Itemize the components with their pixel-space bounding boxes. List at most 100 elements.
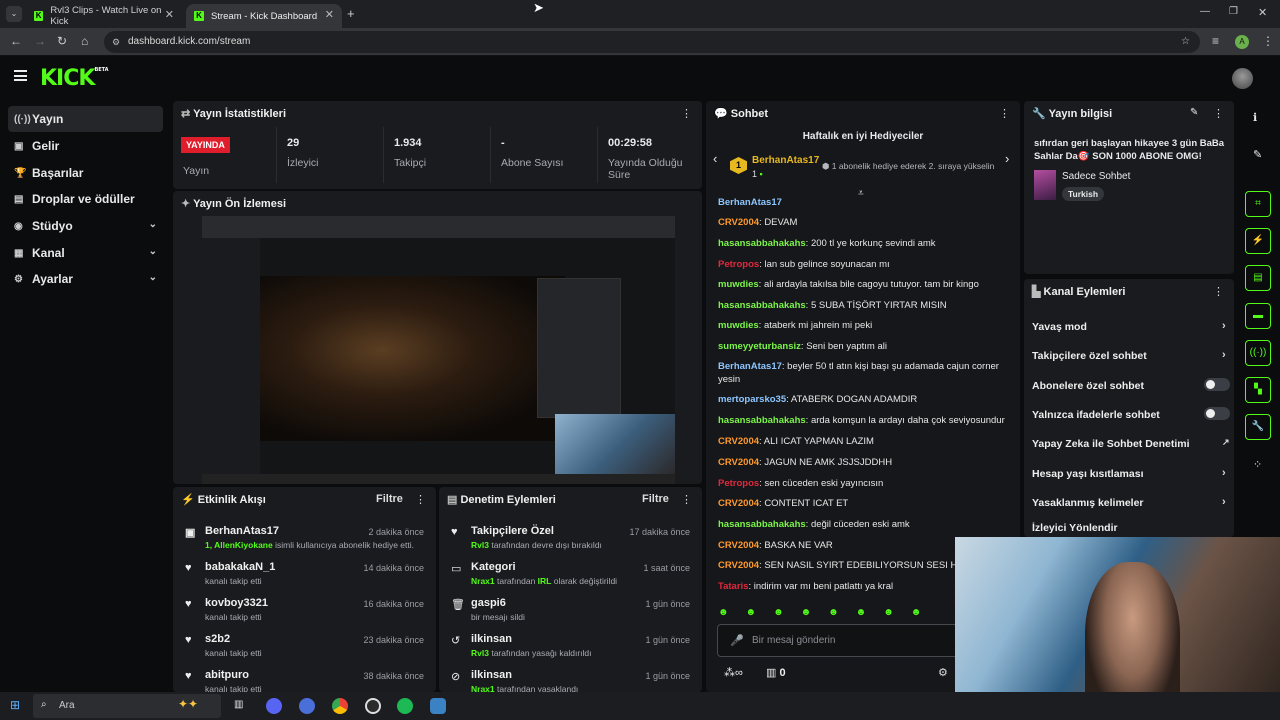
- layout-icon[interactable]: ▚: [1245, 377, 1271, 403]
- address-bar[interactable]: ⚙ dashboard.kick.com/stream ☆: [104, 31, 1200, 53]
- info-icon[interactable]: ℹ: [1253, 111, 1257, 124]
- more-options-icon[interactable]: ⋮: [999, 107, 1010, 120]
- action-ai-moderation[interactable]: Yapay Zeka ile Sohbet Denetimi ↗: [1032, 437, 1232, 450]
- chat-username[interactable]: muwdies: [718, 320, 759, 331]
- forward-arrow-icon[interactable]: →: [34, 34, 46, 48]
- chat-username[interactable]: Petropos: [718, 259, 759, 270]
- chat-settings-gear-icon[interactable]: ⚙: [938, 666, 948, 679]
- chat-username[interactable]: sumeyyeturbansiz: [718, 341, 801, 352]
- kick-logo[interactable]: KICKBETA: [40, 66, 109, 91]
- profile-avatar[interactable]: A: [1235, 35, 1249, 49]
- chat-username[interactable]: hasansabbahakahs: [718, 519, 806, 530]
- sidebar-item-droplar[interactable]: ▤ Droplar ve ödüller: [8, 186, 163, 212]
- action-subscribers-only[interactable]: Abonelere özel sohbet: [1032, 378, 1232, 392]
- more-options-icon[interactable]: ⋮: [415, 493, 426, 506]
- activity-filter-button[interactable]: Filtre: [376, 493, 403, 505]
- new-tab-plus-icon[interactable]: +: [347, 6, 355, 21]
- action-slow-mode[interactable]: Yavaş mod ›: [1032, 320, 1232, 333]
- chat-username[interactable]: hasansabbahakahs: [718, 415, 806, 426]
- chat-username[interactable]: CRV2004: [718, 217, 759, 228]
- browser-tab-dashboard[interactable]: K Stream - Kick Dashboard ✕: [186, 4, 342, 28]
- chat-username[interactable]: hasansabbahakahs: [718, 238, 806, 249]
- taskbar-search[interactable]: ⌕ Ara ✦✦: [33, 694, 221, 718]
- minimize-icon[interactable]: —: [1200, 6, 1210, 17]
- chat-username[interactable]: CRV2004: [718, 498, 759, 509]
- site-info-icon[interactable]: ⚙: [112, 31, 120, 53]
- action-host[interactable]: İzleyici Yönlendir: [1032, 522, 1232, 534]
- chat-username[interactable]: CRV2004: [718, 436, 759, 447]
- emote-icon[interactable]: ☻: [883, 607, 894, 621]
- chat-username[interactable]: Tataris: [718, 581, 748, 592]
- edit-pencil-icon[interactable]: ✎: [1253, 148, 1262, 161]
- edit-pencil-icon[interactable]: ✎: [1190, 107, 1198, 118]
- windows-start-icon[interactable]: ⊞: [10, 698, 20, 712]
- emote-icon[interactable]: ☻: [773, 607, 784, 621]
- browser-tab-clips[interactable]: K Rvl3 Clips - Watch Live on Kick ✕: [26, 4, 182, 28]
- window-close-icon[interactable]: ✕: [1258, 6, 1267, 19]
- more-options-icon[interactable]: ⋮: [681, 493, 692, 506]
- user-avatar[interactable]: [1232, 68, 1253, 89]
- wrench-icon[interactable]: 🔧: [1245, 414, 1271, 440]
- sidebar-item-gelir[interactable]: ▣ Gelir: [8, 133, 163, 159]
- broadcast-icon[interactable]: ((·)): [1245, 340, 1271, 366]
- emote-icon[interactable]: ☻: [911, 607, 922, 621]
- emote-icon[interactable]: ☻: [856, 607, 867, 621]
- reload-icon[interactable]: ↻: [57, 34, 67, 48]
- reading-list-icon[interactable]: ≡: [1212, 34, 1219, 48]
- sidebar-item-basarilar[interactable]: 🏆 Başarılar: [8, 160, 163, 186]
- tab-list-chevron-icon[interactable]: ⌄: [6, 6, 22, 22]
- chat-username[interactable]: BerhanAtas17: [718, 361, 782, 372]
- bolt-icon[interactable]: ⚡: [1245, 228, 1271, 254]
- chat-username[interactable]: CRV2004: [718, 540, 759, 551]
- sidebar-item-ayarlar[interactable]: ⚙ Ayarlar ⌄: [8, 266, 163, 292]
- more-options-icon[interactable]: ⋮: [1213, 285, 1224, 298]
- subscribers-only-toggle[interactable]: [1204, 378, 1230, 391]
- tab-close-icon[interactable]: ✕: [165, 8, 174, 21]
- back-arrow-icon[interactable]: ←: [10, 34, 22, 48]
- task-view-icon[interactable]: ▥: [234, 699, 243, 710]
- infinity-points-icon[interactable]: ⁂∞: [724, 666, 743, 679]
- action-followers-only[interactable]: Takipçilere özel sohbet ›: [1032, 349, 1232, 362]
- hamburger-menu-icon[interactable]: [14, 70, 27, 81]
- spotify-icon[interactable]: [397, 698, 413, 714]
- shapes-icon[interactable]: ⁘: [1253, 458, 1262, 471]
- sidebar-item-studyo[interactable]: ◉ Stüdyo ⌄: [8, 213, 163, 239]
- app-icon[interactable]: [299, 698, 315, 714]
- more-options-icon[interactable]: ⋮: [1213, 107, 1224, 120]
- emote-icon[interactable]: ☻: [801, 607, 812, 621]
- sidebar-item-kanal[interactable]: ▦ Kanal ⌄: [8, 240, 163, 266]
- emote-icon[interactable]: ☻: [828, 607, 839, 621]
- bookmark-star-icon[interactable]: ☆: [1181, 31, 1190, 53]
- emote-icon[interactable]: ☻: [718, 607, 729, 621]
- chat-username[interactable]: muwdies: [718, 279, 759, 290]
- restore-icon[interactable]: ❐: [1229, 6, 1238, 17]
- scan-icon[interactable]: ⌗: [1245, 191, 1271, 217]
- gift-box-icon[interactable]: ▥ 0: [766, 666, 786, 679]
- discord-icon[interactable]: [266, 698, 282, 714]
- chat-username[interactable]: Petropos: [718, 478, 759, 489]
- action-emotes-only[interactable]: Yalnızca ifadelerle sohbet: [1032, 407, 1232, 421]
- tab-close-icon[interactable]: ✕: [325, 8, 334, 21]
- stream-video-preview[interactable]: [202, 216, 675, 484]
- chat-username[interactable]: hasansabbahakahs: [718, 300, 806, 311]
- sidebar-item-yayin[interactable]: ((·)) Yayın: [8, 106, 163, 132]
- browser-menu-icon[interactable]: ⋮: [1262, 34, 1274, 48]
- next-arrow-icon[interactable]: ›: [1005, 151, 1009, 166]
- obs-icon[interactable]: [365, 698, 381, 714]
- document-icon[interactable]: ▤: [1245, 265, 1271, 291]
- settings-app-icon[interactable]: [430, 698, 446, 714]
- chat-bubble-icon[interactable]: ▬: [1245, 303, 1271, 329]
- action-account-age[interactable]: Hesap yaşı kısıtlaması ›: [1032, 467, 1232, 480]
- home-icon[interactable]: ⌂: [81, 34, 88, 48]
- prev-arrow-icon[interactable]: ‹: [713, 151, 717, 166]
- chat-username[interactable]: CRV2004: [718, 457, 759, 468]
- emote-icon[interactable]: ☻: [746, 607, 757, 621]
- emotes-only-toggle[interactable]: [1204, 407, 1230, 420]
- chat-username[interactable]: mertoparsko35: [718, 394, 786, 405]
- action-banned-words[interactable]: Yasaklanmış kelimeler ›: [1032, 496, 1232, 509]
- microphone-icon[interactable]: 🎤: [730, 634, 744, 647]
- more-options-icon[interactable]: ⋮: [681, 107, 692, 120]
- chat-username[interactable]: CRV2004: [718, 560, 759, 571]
- chrome-icon[interactable]: [332, 698, 348, 714]
- moderation-filter-button[interactable]: Filtre: [642, 493, 669, 505]
